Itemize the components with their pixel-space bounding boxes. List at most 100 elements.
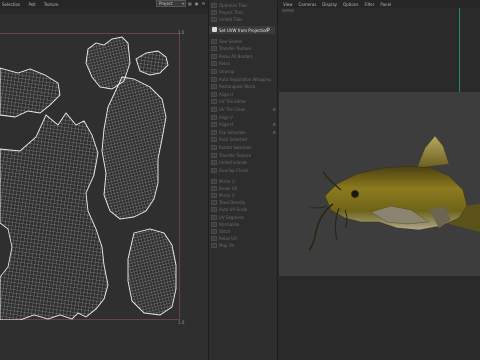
command-item[interactable]: Rectangular Block bbox=[211, 84, 271, 90]
projection-dropdown-value: Project bbox=[159, 1, 173, 6]
command-label: Texel Density bbox=[219, 200, 246, 206]
command-item[interactable]: Unwrap bbox=[211, 68, 271, 74]
command-label: Stitch bbox=[219, 228, 231, 234]
command-item[interactable]: Unfold Tiles bbox=[211, 16, 271, 22]
command-item[interactable]: UV Tile Editor bbox=[211, 99, 271, 105]
command-label: Flip Selection bbox=[219, 129, 246, 135]
gear-icon[interactable]: ⚙ bbox=[272, 107, 276, 112]
command-item[interactable]: Relax bbox=[211, 61, 271, 67]
command-item[interactable]: Transfer Texture bbox=[211, 46, 271, 52]
command-label: Transfer Texture bbox=[219, 46, 251, 52]
command-icon bbox=[211, 99, 217, 105]
uv-island-bottom-right bbox=[127, 228, 177, 316]
command-label: Rectangular Block bbox=[219, 84, 256, 90]
command-icon bbox=[211, 122, 217, 128]
projection-icon bbox=[212, 27, 217, 32]
command-item[interactable]: Relax UV bbox=[211, 236, 271, 242]
command-item[interactable]: Map UV bbox=[211, 243, 271, 249]
command-icon bbox=[211, 236, 217, 242]
checker-icon[interactable]: ▣ bbox=[195, 1, 199, 6]
command-icon bbox=[211, 243, 217, 249]
command-label: Mirror V bbox=[219, 192, 235, 198]
command-label: Project Tiles bbox=[219, 9, 244, 15]
command-item[interactable]: Rotate Selection bbox=[211, 144, 271, 150]
catfish-model[interactable] bbox=[279, 0, 480, 360]
uv-editor-panel[interactable]: Selection Pelt Texture Project ▾ ▦ ▣ ⚙ 1… bbox=[0, 0, 208, 360]
command-label: Transfer Texture bbox=[219, 152, 251, 158]
command-item[interactable]: Sew Seams bbox=[211, 38, 271, 44]
menu-pelt[interactable]: Pelt bbox=[28, 2, 35, 7]
command-label: Auto UV Scale bbox=[219, 207, 248, 213]
command-label: Align U bbox=[219, 91, 234, 97]
projection-dropdown[interactable]: Project ▾ bbox=[156, 0, 186, 7]
command-label: UV Tile Clean bbox=[219, 106, 246, 112]
command-label: Relax bbox=[219, 61, 230, 67]
menu-texture[interactable]: Texture bbox=[44, 2, 59, 7]
command-item[interactable]: Align U bbox=[211, 91, 271, 97]
command-icon bbox=[211, 106, 217, 112]
command-item[interactable]: Texel Density bbox=[211, 200, 271, 206]
command-icon bbox=[211, 46, 217, 52]
command-icon bbox=[211, 228, 217, 234]
command-icon bbox=[211, 200, 217, 206]
command-item[interactable]: Optimize Tiles bbox=[211, 2, 271, 8]
command-label: Mirror U bbox=[219, 178, 235, 184]
uv-island-body bbox=[101, 76, 167, 220]
command-item[interactable]: Stitch bbox=[211, 228, 271, 234]
command-item[interactable]: Pack Selected bbox=[211, 137, 271, 143]
command-item[interactable]: Relax All Borders bbox=[211, 53, 271, 59]
viewport-3d[interactable]: View Cameras Display Options Filter Pane… bbox=[279, 0, 480, 360]
command-item[interactable]: Transfer Texture bbox=[211, 152, 271, 158]
command-icon bbox=[211, 137, 217, 143]
command-icon bbox=[211, 152, 217, 158]
command-icon bbox=[211, 192, 217, 198]
command-item[interactable]: Normalize bbox=[211, 221, 271, 227]
command-label: Relax All Borders bbox=[219, 53, 253, 59]
command-item[interactable]: Mirror V bbox=[211, 192, 271, 198]
command-icon bbox=[211, 53, 217, 59]
command-item[interactable]: UV Tile Clean ⚙ bbox=[211, 106, 276, 112]
uv-toolbar-icons: ▦ ▣ ⚙ bbox=[188, 1, 205, 6]
command-label: Overlap Check bbox=[219, 167, 249, 173]
grid-icon[interactable]: ▦ bbox=[188, 1, 192, 6]
command-label: Unfold Tiles bbox=[219, 16, 243, 22]
barbel-chin bbox=[308, 205, 328, 209]
command-icon bbox=[211, 160, 217, 166]
command-label: Unfold Islands bbox=[219, 160, 248, 166]
command-item[interactable]: Mirror U bbox=[211, 178, 271, 184]
command-item[interactable]: UV Segment bbox=[211, 214, 271, 220]
command-label: Relax UV bbox=[219, 236, 237, 242]
command-label: Unwrap bbox=[219, 68, 235, 74]
uv-island-map[interactable] bbox=[0, 33, 180, 320]
settings-icon[interactable]: ⚙ bbox=[202, 1, 206, 6]
command-icon bbox=[211, 61, 217, 67]
gear-icon[interactable]: ⚙ bbox=[266, 27, 270, 33]
command-item[interactable]: Flip Selection ⚙ bbox=[211, 129, 276, 135]
command-icon bbox=[211, 207, 217, 213]
barbel-long-left bbox=[308, 203, 334, 251]
command-icon bbox=[211, 68, 217, 74]
command-label: Auto Separation Wrapping bbox=[219, 76, 271, 82]
command-label: Normalize bbox=[219, 221, 240, 227]
command-icon bbox=[211, 84, 217, 90]
command-item[interactable]: Align V bbox=[211, 114, 271, 120]
gear-icon[interactable]: ⚙ bbox=[272, 122, 276, 127]
command-item[interactable]: Project Tiles bbox=[211, 9, 271, 15]
command-icon bbox=[211, 185, 217, 191]
eye bbox=[351, 190, 359, 198]
command-item[interactable]: Align H ⚙ bbox=[211, 122, 276, 128]
gear-icon[interactable]: ⚙ bbox=[272, 130, 276, 135]
command-item[interactable]: Overlap Check bbox=[211, 167, 271, 173]
menu-selection[interactable]: Selection bbox=[2, 2, 20, 7]
command-icon bbox=[211, 38, 217, 44]
command-item[interactable]: Auto Separation Wrapping bbox=[211, 76, 271, 82]
command-label: Align H bbox=[219, 122, 234, 128]
command-item[interactable]: Auto UV Scale bbox=[211, 207, 271, 213]
command-icon bbox=[211, 16, 217, 22]
command-item[interactable]: Unfold Islands bbox=[211, 160, 271, 166]
command-icon bbox=[211, 221, 217, 227]
command-icon bbox=[211, 9, 217, 15]
command-label: Pack Selected bbox=[219, 137, 247, 143]
command-icon bbox=[211, 2, 217, 8]
command-item[interactable]: Break UV bbox=[211, 185, 271, 191]
